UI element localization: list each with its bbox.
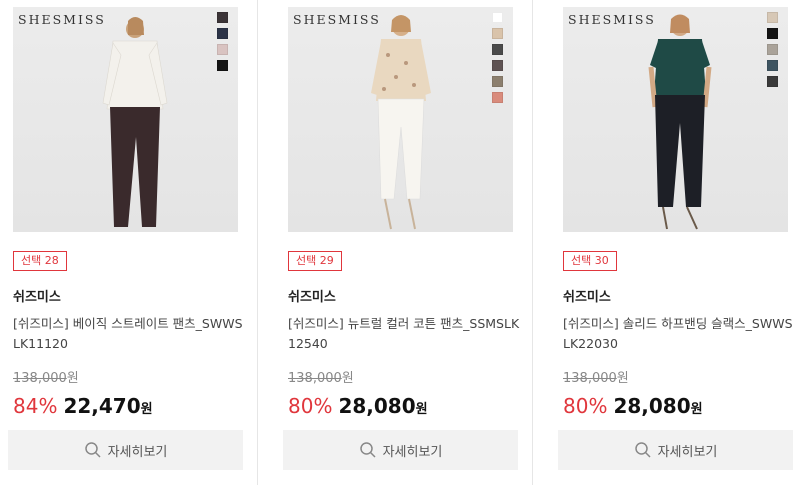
select-badge: 선택 30 [563,251,617,271]
original-price: 138,000원 [288,367,354,386]
model-photo [648,14,712,230]
original-price-currency: 원 [341,371,354,386]
discount-rate: 84% [13,394,58,418]
view-details-button[interactable]: 자세히보기 [558,430,793,470]
original-price: 138,000원 [563,367,629,386]
color-swatches [767,12,779,92]
product-card[interactable]: SHESMISS 선택 29 쉬즈미스 [쉬즈미스] 뉴트럴 컬러 코튼 팬츠_… [283,0,533,485]
color-swatch [217,60,228,71]
select-badge: 선택 29 [288,251,342,271]
model-photo [371,15,431,230]
product-grid: SHESMISS 선택 28 쉬즈미스 [쉬즈미스] 베이직 스트레이트 팬츠_… [0,0,796,485]
color-swatch [767,12,778,23]
product-name-link[interactable]: [쉬즈미스] 솔리드 하프밴딩 슬랙스_SWWSLK22030 [563,314,795,354]
currency-label: 원 [690,402,703,417]
product-card[interactable]: SHESMISS 선택 30 쉬즈미스 [쉬즈미스] 솔리드 하프밴딩 슬랙스_… [558,0,796,485]
color-swatch [217,28,228,39]
price-row: 84% 22,470원 [13,394,153,418]
discount-rate: 80% [288,394,333,418]
original-price-value: 138,000 [288,371,342,386]
original-price: 138,000원 [13,367,79,386]
product-image[interactable]: SHESMISS [13,7,238,232]
color-swatch [492,28,503,39]
color-swatches [492,12,504,108]
search-icon [84,442,101,458]
sale-price: 28,080 [613,394,691,418]
view-details-button[interactable]: 자세히보기 [283,430,518,470]
color-swatch [217,44,228,55]
view-details-label: 자세히보기 [382,444,443,460]
color-swatch [492,76,503,87]
model-photo [102,17,168,227]
color-swatch [217,12,228,23]
original-price-value: 138,000 [13,371,67,386]
color-swatch [492,60,503,71]
sale-price: 22,470 [63,394,141,418]
seller-name: 쉬즈미스 [13,290,61,305]
color-swatch [767,28,778,39]
brand-logo: SHESMISS [293,12,381,27]
original-price-value: 138,000 [563,371,617,386]
price-row: 80% 28,080원 [288,394,428,418]
discount-rate: 80% [563,394,608,418]
color-swatch [767,60,778,71]
brand-logo: SHESMISS [568,12,656,27]
select-badge: 선택 28 [13,251,67,271]
color-swatch [492,92,503,103]
color-swatches [217,12,229,76]
brand-logo: SHESMISS [18,12,106,27]
seller-name: 쉬즈미스 [288,290,336,305]
currency-label: 원 [415,402,428,417]
product-name-link[interactable]: [쉬즈미스] 뉴트럴 컬러 코튼 팬츠_SSMSLK12540 [288,314,520,354]
view-details-label: 자세히보기 [657,444,718,460]
view-details-button[interactable]: 자세히보기 [8,430,243,470]
original-price-currency: 원 [616,371,629,386]
color-swatch [492,44,503,55]
view-details-label: 자세히보기 [107,444,168,460]
color-swatch [767,76,778,87]
currency-label: 원 [140,402,153,417]
product-name-link[interactable]: [쉬즈미스] 베이직 스트레이트 팬츠_SWWSLK11120 [13,314,245,354]
price-row: 80% 28,080원 [563,394,703,418]
search-icon [634,442,651,458]
original-price-currency: 원 [66,371,79,386]
color-swatch [767,44,778,55]
product-image[interactable]: SHESMISS [563,7,788,232]
search-icon [359,442,376,458]
product-image[interactable]: SHESMISS [288,7,513,232]
color-swatch [492,12,503,23]
seller-name: 쉬즈미스 [563,290,611,305]
product-card[interactable]: SHESMISS 선택 28 쉬즈미스 [쉬즈미스] 베이직 스트레이트 팬츠_… [8,0,258,485]
sale-price: 28,080 [338,394,416,418]
